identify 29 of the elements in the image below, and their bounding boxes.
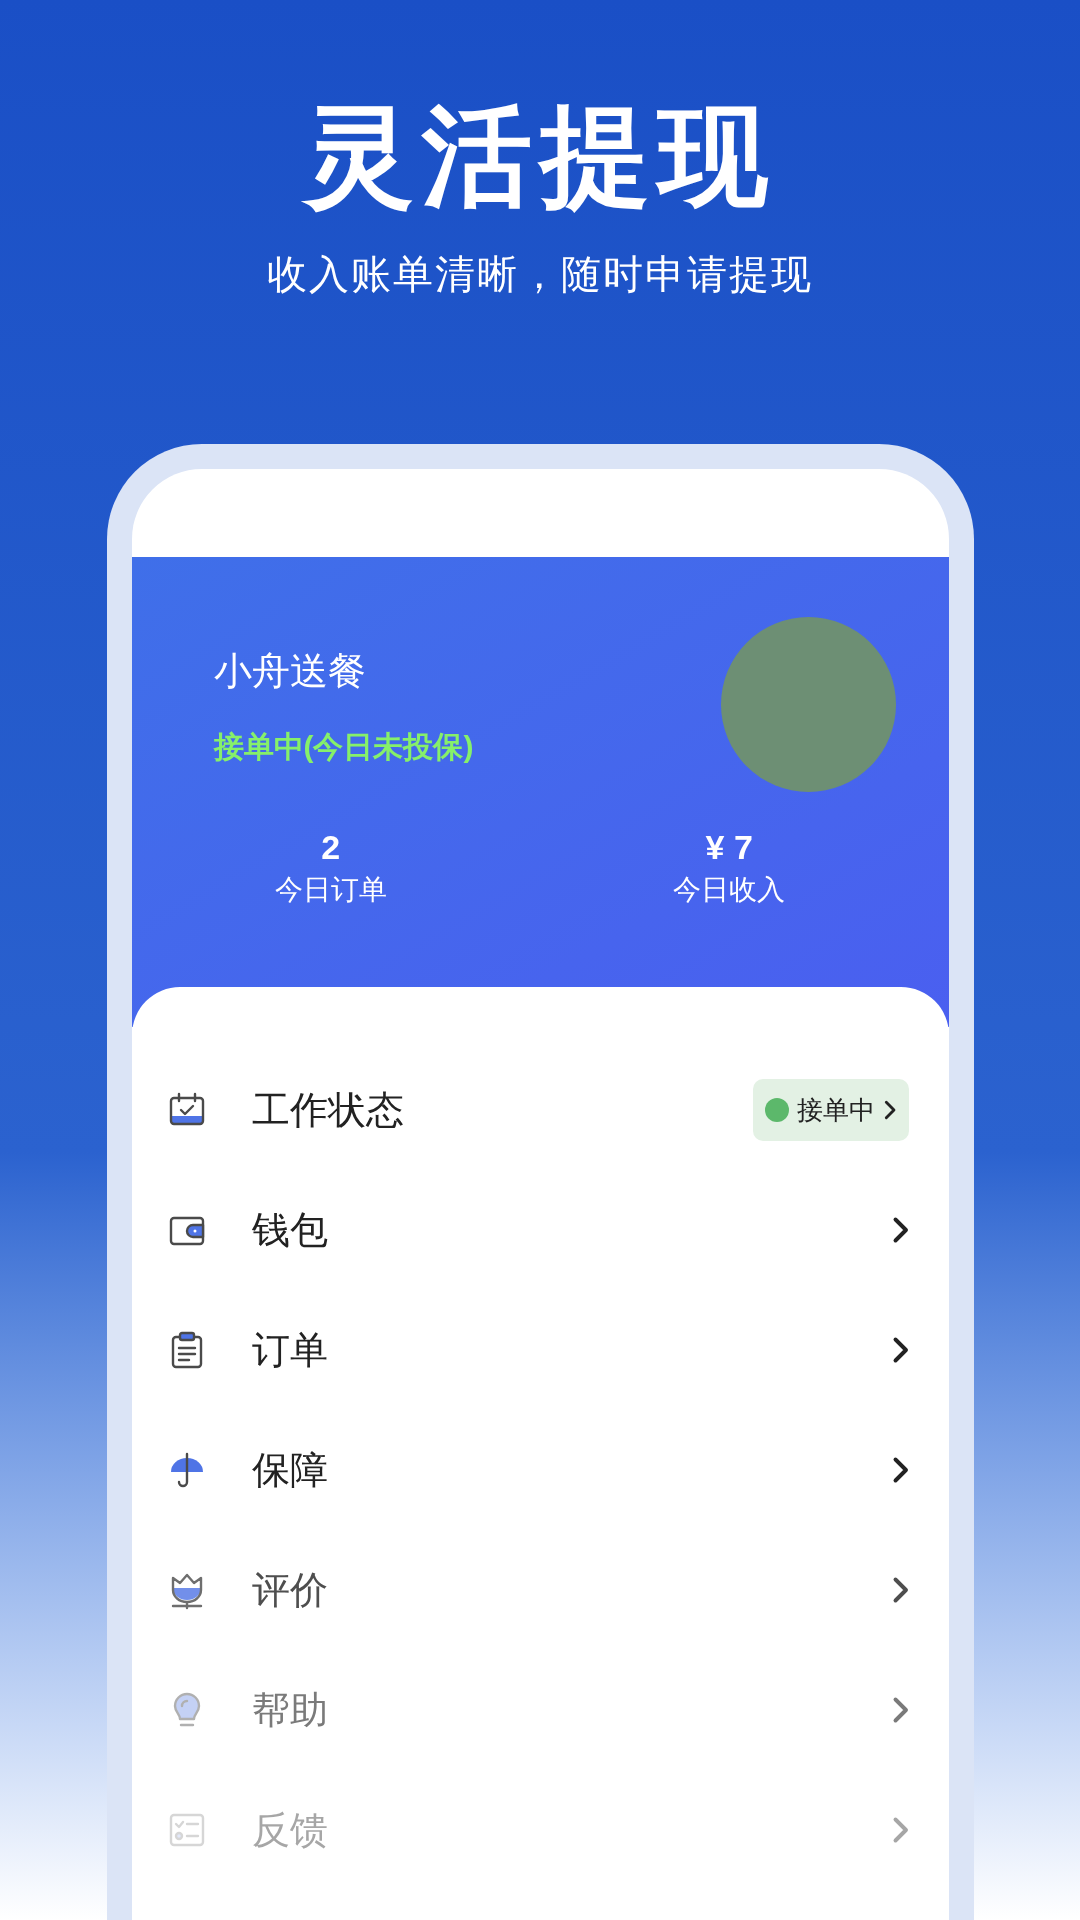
stat-label: 今日收入 [673, 876, 786, 904]
menu-item[interactable]: 订单 [131, 1290, 949, 1410]
badge-text: 接单中 [797, 1097, 876, 1123]
stat-value: 2 [321, 830, 341, 864]
menu-item[interactable]: 保障 [131, 1410, 949, 1530]
menu-item[interactable]: 钱包 [131, 1170, 949, 1290]
chevron-right-icon [883, 1099, 897, 1121]
rider-name: 小舟送餐 [213, 652, 367, 690]
menu-item[interactable]: 帮助 [131, 1650, 949, 1770]
menu-label: 订单 [251, 1331, 328, 1369]
headline-subtitle: 收入账单清晰，随时申请提现 [267, 254, 813, 294]
menu-item[interactable]: 评价 [131, 1530, 949, 1650]
menu-label: 保障 [251, 1451, 328, 1489]
menu-label: 钱包 [251, 1211, 328, 1249]
menu-label: 反馈 [251, 1811, 328, 1849]
chevron-right-icon [890, 1575, 909, 1605]
chevron-right-icon [890, 1695, 909, 1725]
chevron-right-icon [890, 1815, 909, 1845]
menu-label: 工作状态 [251, 1091, 404, 1129]
stat-label: 今日订单 [274, 876, 387, 904]
menu-label: 评价 [251, 1571, 328, 1609]
stat-value: ¥ 7 [705, 830, 753, 864]
chevron-right-icon [890, 1455, 909, 1485]
chevron-right-icon [890, 1215, 909, 1245]
work-status: 接单中(今日未投保) [213, 732, 474, 762]
status-badge[interactable]: 接单中 [753, 1079, 909, 1141]
chevron-right-icon [890, 1335, 909, 1365]
menu-item[interactable]: 工作状态 接单中 [131, 1050, 949, 1170]
menu-label: 帮助 [251, 1691, 328, 1729]
